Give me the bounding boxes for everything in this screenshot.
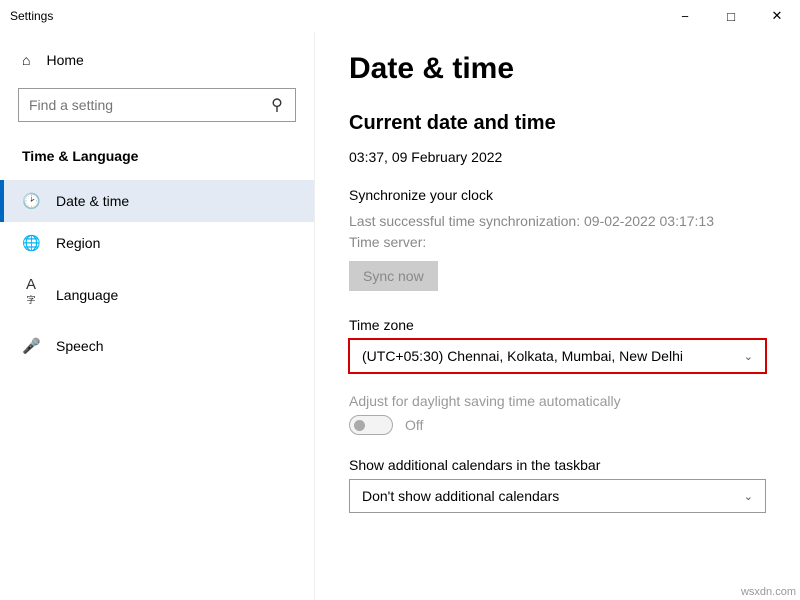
sync-now-button[interactable]: Sync now — [349, 261, 438, 291]
chevron-down-icon: ⌄ — [744, 490, 753, 503]
dst-state: Off — [405, 417, 423, 433]
addcal-select[interactable]: Don't show additional calendars ⌄ — [349, 479, 766, 513]
window-title: Settings — [10, 9, 53, 23]
timezone-value: (UTC+05:30) Chennai, Kolkata, Mumbai, Ne… — [362, 348, 683, 364]
dst-label: Adjust for daylight saving time automati… — [349, 393, 766, 409]
sync-heading: Synchronize your clock — [349, 187, 766, 203]
sidebar-item-language[interactable]: A字 Language — [0, 264, 314, 325]
sidebar-item-speech[interactable]: 🎤 Speech — [0, 325, 314, 367]
microphone-icon: 🎤 — [22, 337, 40, 355]
sidebar-item-label: Speech — [56, 338, 103, 354]
current-datetime: 03:37, 09 February 2022 — [349, 149, 766, 165]
home-icon: ⌂ — [22, 52, 30, 68]
chevron-down-icon: ⌄ — [744, 350, 753, 363]
sidebar-item-date-time[interactable]: 🕑 Date & time — [0, 180, 314, 222]
timezone-select[interactable]: (UTC+05:30) Chennai, Kolkata, Mumbai, Ne… — [349, 339, 766, 373]
addcal-value: Don't show additional calendars — [362, 488, 559, 504]
sidebar-item-label: Date & time — [56, 193, 129, 209]
search-input[interactable] — [29, 97, 269, 113]
home-button[interactable]: ⌂ Home — [18, 42, 296, 78]
sync-last: Last successful time synchronization: 09… — [349, 211, 766, 232]
search-icon: ⚲ — [269, 95, 285, 115]
language-icon: A字 — [22, 276, 40, 313]
sidebar-item-label: Region — [56, 235, 100, 251]
search-box[interactable]: ⚲ — [18, 88, 296, 122]
clock-icon: 🕑 — [22, 192, 40, 210]
close-button[interactable]: ✕ — [754, 0, 800, 32]
home-label: Home — [46, 52, 83, 68]
globe-icon: 🌐 — [22, 234, 40, 252]
page-title: Date & time — [349, 52, 766, 86]
sidebar-item-label: Language — [56, 287, 118, 303]
category-label: Time & Language — [18, 140, 296, 180]
addcal-label: Show additional calendars in the taskbar — [349, 457, 766, 473]
maximize-button[interactable]: □ — [708, 0, 754, 32]
dst-toggle — [349, 415, 393, 435]
minimize-button[interactable]: − — [662, 0, 708, 32]
watermark: wsxdn.com — [741, 586, 796, 598]
timezone-label: Time zone — [349, 317, 766, 333]
current-heading: Current date and time — [349, 112, 766, 135]
sidebar-item-region[interactable]: 🌐 Region — [0, 222, 314, 264]
sync-server: Time server: — [349, 232, 766, 253]
